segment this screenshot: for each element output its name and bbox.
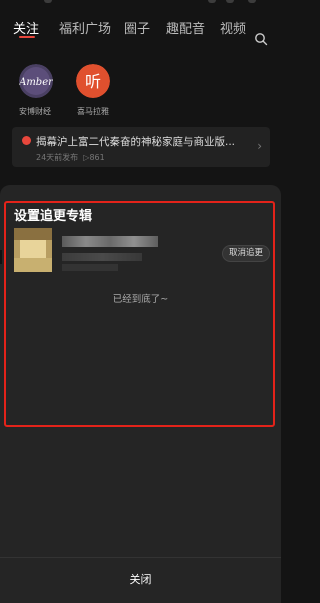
status-indicator — [226, 0, 234, 3]
divider — [0, 557, 281, 558]
close-button[interactable]: 关闭 — [0, 565, 281, 595]
chevron-right-icon: › — [257, 139, 262, 153]
avatar[interactable]: Amber — [19, 64, 53, 98]
subscription-name[interactable]: 喜马拉雅 — [77, 106, 109, 117]
status-bar — [0, 0, 281, 12]
tab-circles[interactable]: 圈子 — [124, 18, 150, 37]
edge-marker — [0, 250, 2, 264]
tab-welfare-plaza[interactable]: 福利广场 — [59, 18, 111, 37]
status-indicator — [44, 0, 52, 3]
alert-icon — [22, 136, 31, 145]
news-card[interactable]: 揭幕沪上富二代秦奋的神秘家庭与商业版... 24天前发布 ▷861 › — [12, 127, 270, 167]
news-meta: 24天前发布 ▷861 — [36, 152, 105, 163]
news-title: 揭幕沪上富二代秦奋的神秘家庭与商业版... — [36, 136, 236, 148]
search-icon[interactable] — [254, 32, 268, 46]
top-tab-bar: 关注 福利广场 圈子 趣配音 视频 — [0, 12, 281, 46]
avatar[interactable]: 听 — [76, 64, 110, 98]
tab-video[interactable]: 视频 — [220, 18, 246, 37]
highlight-box — [4, 201, 275, 427]
active-tab-underline — [19, 36, 35, 38]
subscription-name[interactable]: 安博财经 — [19, 106, 51, 117]
status-indicator — [208, 0, 216, 3]
tab-dubbing[interactable]: 趣配音 — [166, 18, 205, 37]
status-indicator — [248, 0, 256, 3]
avatar-logo-text: Amber — [19, 77, 53, 88]
news-time: 24天前发布 — [36, 153, 79, 162]
avatar-logo-text: 听 — [85, 72, 101, 91]
tab-following[interactable]: 关注 — [13, 18, 39, 37]
subscription-row: Amber 安博财经 听 喜马拉雅 — [0, 60, 281, 120]
news-plays: 861 — [89, 153, 105, 162]
